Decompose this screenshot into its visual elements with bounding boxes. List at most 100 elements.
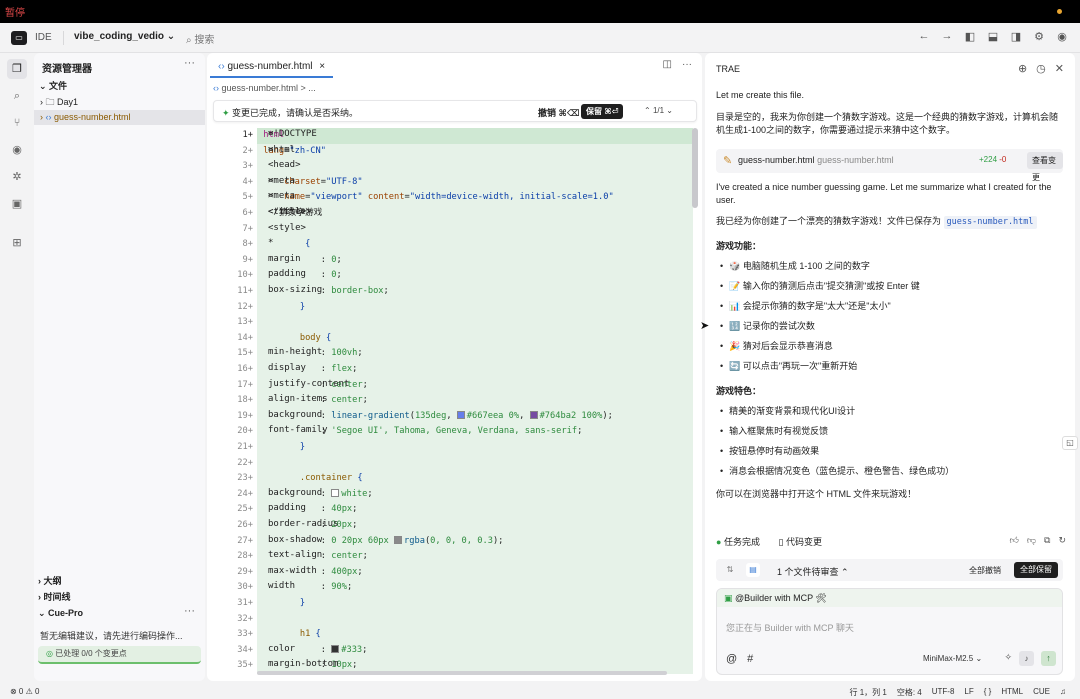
editor-more-icon[interactable]: ··· xyxy=(682,59,692,70)
view-changes-button[interactable]: 查看变更 xyxy=(1027,152,1063,182)
thumbs-down-icon[interactable]: 👎︎ xyxy=(1027,535,1036,546)
code-line[interactable]: text-align: center; xyxy=(257,549,693,565)
toggle-right-panel-icon[interactable]: ◨ xyxy=(1010,30,1022,43)
change-navigator[interactable]: ⌃ 1/1 ⌄ xyxy=(644,106,673,115)
hash-context-icon[interactable]: # xyxy=(747,653,753,665)
code-line[interactable]: font-family: 'Segoe UI', Tahoma, Geneva,… xyxy=(257,424,693,440)
code-line[interactable]: color: #333; xyxy=(257,642,693,659)
code-line[interactable]: <html lang="zh-CN" > xyxy=(257,143,693,160)
indentation[interactable]: 空格: 4 xyxy=(897,687,922,698)
code-line[interactable] xyxy=(257,611,693,628)
problems-indicator[interactable]: ⊗ 0 ⚠ 0 xyxy=(10,687,39,696)
code-line[interactable]: padding: 40px; xyxy=(257,502,693,518)
search-files-icon[interactable]: ⌕ xyxy=(7,86,27,106)
code-line[interactable] xyxy=(257,315,693,331)
horizontal-scrollbar[interactable] xyxy=(257,671,667,675)
send-arrow-icon[interactable]: ↑ xyxy=(1041,651,1056,666)
trae-logo-icon[interactable]: ▭ xyxy=(11,31,27,45)
code-line[interactable]: padding: 0; xyxy=(257,268,693,284)
code-line[interactable]: border-radius: 20px; xyxy=(257,518,693,534)
history-icon[interactable]: ◷ xyxy=(1036,62,1046,75)
keep-button[interactable]: 保留 ⌘⏎ xyxy=(581,104,624,119)
cue-more-icon[interactable]: ··· xyxy=(184,605,195,617)
retry-icon[interactable]: ↻ xyxy=(1058,535,1066,546)
code-line[interactable]: box-shadow: 0 20px 60px rgba(0, 0, 0, 0.… xyxy=(257,533,693,550)
code-line[interactable]: <head> xyxy=(257,159,693,175)
code-line[interactable]: .container { xyxy=(257,471,693,487)
mention-at-icon[interactable]: @ xyxy=(726,653,737,665)
project-switcher[interactable]: vibe_coding_vedio ⌄ xyxy=(74,31,175,42)
close-icon[interactable]: ✕ xyxy=(1055,62,1064,75)
outline-section[interactable]: › 大纲 xyxy=(38,574,62,587)
code-line[interactable]: h1 { xyxy=(257,627,693,643)
file-change-card[interactable]: ✎ guess-number.html guess-number.html +2… xyxy=(716,149,1063,182)
new-chat-icon[interactable]: ⊕ xyxy=(1018,62,1027,75)
code-line[interactable]: background: linear-gradient(135deg, #667… xyxy=(257,408,693,425)
timeline-section[interactable]: › 时间线 xyxy=(38,590,71,603)
code-line[interactable]: background: white; xyxy=(257,486,693,503)
code-line[interactable]: box-sizing: border-box; xyxy=(257,284,693,300)
thumbs-up-icon[interactable]: 👍︎ xyxy=(1009,535,1018,546)
pending-review-label[interactable]: 1 个文件待审查 ⌃ xyxy=(777,565,849,578)
code-line[interactable]: display: flex; xyxy=(257,362,693,378)
search-box[interactable]: ⌕ 搜索 xyxy=(186,31,214,46)
floating-chat-icon[interactable]: ◱ xyxy=(1062,436,1078,450)
copy-icon[interactable]: ⧉ xyxy=(1044,535,1050,546)
code-line[interactable]: align-items: center; xyxy=(257,393,693,409)
tree-file-guess-number[interactable]: › ‹› guess-number.html xyxy=(34,110,205,125)
source-control-icon[interactable]: ⑂ xyxy=(7,113,27,133)
code-line[interactable]: margin: 0; xyxy=(257,252,693,269)
ide-mode-label[interactable]: IDE xyxy=(35,32,52,43)
undo-button[interactable]: 撤销 ⌘⌫ xyxy=(538,106,580,119)
forward-arrow-icon[interactable]: → xyxy=(941,30,953,43)
enhance-sparkle-icon[interactable]: ✧ xyxy=(1004,652,1012,663)
saved-file-chip[interactable]: guess-number.html xyxy=(943,216,1037,229)
cursor-position[interactable]: 行 1，列 1 xyxy=(849,687,886,698)
code-changes-link[interactable]: ▯ 代码变更 xyxy=(778,537,821,547)
tree-folder-day1[interactable]: › 🗀 Day1 xyxy=(34,95,205,110)
cue-pro-section[interactable]: ⌄ Cue-Pro xyxy=(38,608,83,619)
microphone-icon[interactable]: ♪ xyxy=(1019,651,1034,666)
cue-status-badge[interactable]: ◎ 已处理 0/0 个变更点 xyxy=(38,646,201,664)
file-review-icon[interactable]: ▤ xyxy=(746,563,760,577)
undo-all-button[interactable]: 全部撤销 xyxy=(969,565,1001,576)
toggle-sidebar-icon[interactable]: ◧ xyxy=(964,30,976,43)
language-mode[interactable]: HTML xyxy=(1001,687,1023,698)
vertical-scrollbar[interactable] xyxy=(692,128,698,208)
back-arrow-icon[interactable]: ← xyxy=(918,30,930,43)
code-line[interactable] xyxy=(257,455,693,472)
close-tab-icon[interactable]: × xyxy=(319,61,325,72)
code-area[interactable]: 1+ <!DOCTYPE html > 2+ <html lang="zh-CN" > 3+… xyxy=(207,128,702,674)
agent-chip[interactable]: ▣ @Builder with MCP 🛠 xyxy=(717,589,1062,607)
code-line[interactable]: } xyxy=(257,596,693,612)
notifications-bell-icon[interactable]: ♫ xyxy=(1060,687,1066,698)
settings-gear-icon[interactable]: ⚙ xyxy=(1033,30,1045,43)
recording-label[interactable]: 暂停 xyxy=(5,4,25,19)
more-options-icon[interactable]: ··· xyxy=(184,57,195,69)
preview-eye-icon[interactable]: ◉ xyxy=(7,140,27,160)
encoding[interactable]: UTF-8 xyxy=(932,687,955,698)
chat-input-box[interactable]: ▣ @Builder with MCP 🛠 您正在与 Builder with … xyxy=(716,588,1063,675)
explorer-files-icon[interactable]: ❐ xyxy=(7,59,27,79)
code-line[interactable]: <meta name="viewport" content="width=dev… xyxy=(257,190,693,206)
model-selector[interactable]: MiniMax-M2.5 ⌄ xyxy=(923,654,982,663)
cue-indicator[interactable]: CUE xyxy=(1033,687,1050,698)
keep-all-button[interactable]: 全部保留 xyxy=(1014,562,1058,578)
code-line[interactable]: } xyxy=(257,299,693,316)
code-line[interactable]: max-width: 400px; xyxy=(257,564,693,581)
code-line[interactable]: <title> 猜数字游戏 </title> xyxy=(257,206,693,222)
split-editor-icon[interactable]: ◫ xyxy=(663,59,672,70)
code-line[interactable]: justify-content: center; xyxy=(257,377,693,394)
chat-input-placeholder[interactable]: 您正在与 Builder with MCP 聊天 xyxy=(726,621,854,634)
extensions-grid-icon[interactable]: ⊞ xyxy=(7,233,27,253)
breadcrumb[interactable]: ‹› guess-number.html > ... xyxy=(213,83,316,93)
line-ending[interactable]: LF xyxy=(964,687,973,698)
code-line[interactable]: <style> xyxy=(257,221,693,238)
code-line[interactable]: <!DOCTYPE html > xyxy=(257,128,693,144)
brackets-indicator[interactable]: { } xyxy=(984,687,992,698)
code-line[interactable]: min-height: 100vh; xyxy=(257,346,693,362)
chevron-up-icon[interactable]: ⌃ xyxy=(644,106,651,115)
code-line[interactable]: * { xyxy=(257,237,693,253)
code-line[interactable]: <meta charset="UTF-8" > xyxy=(257,174,693,191)
debug-bug-icon[interactable]: ✲ xyxy=(7,167,27,187)
